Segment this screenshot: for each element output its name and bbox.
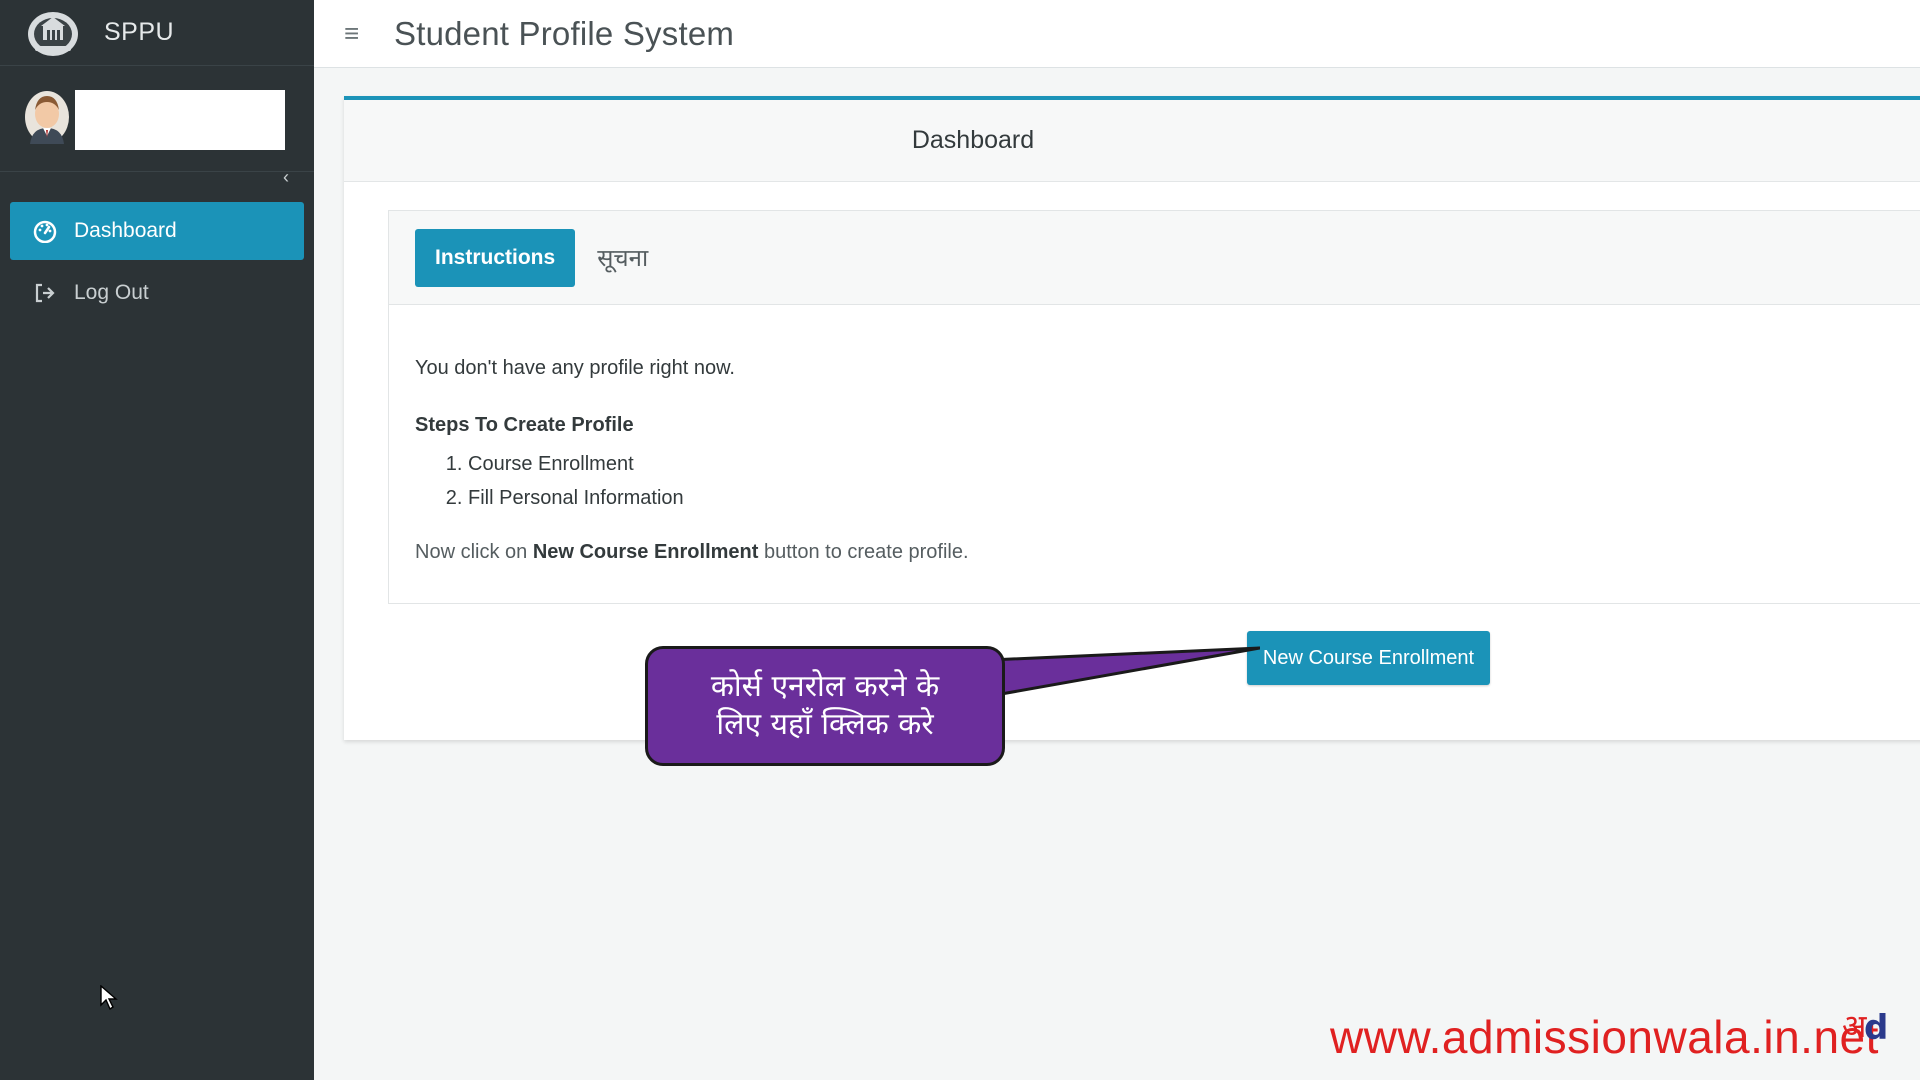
mouse-cursor-icon (100, 984, 118, 1016)
watermark-text: www.admissionwala.in.net (1330, 1011, 1879, 1063)
user-name-box (75, 90, 285, 150)
final-instruction: Now click on New Course Enrollment butto… (415, 541, 1920, 564)
steps-list: Course Enrollment Fill Personal Informat… (415, 447, 1920, 515)
callout-line-2: लिए यहाँ क्लिक करे (716, 707, 934, 742)
instructions-body: You don't have any profile right now. St… (389, 305, 1920, 564)
close-icon[interactable]: ‹ (283, 168, 289, 186)
no-profile-text: You don't have any profile right now. (415, 357, 735, 379)
tab-instructions[interactable]: Instructions (415, 228, 576, 287)
sidebar-item-label: Dashboard (74, 219, 177, 242)
logout-icon (32, 280, 58, 306)
new-course-enrollment-button[interactable]: New Course Enrollment (1247, 631, 1490, 685)
admissionwala-logo-icon: अ d (1842, 1003, 1894, 1048)
tabs-bar: Instructions सूचना (389, 211, 1920, 305)
instructions-panel: Instructions सूचना You don't have any pr… (388, 210, 1920, 604)
university-emblem-icon (24, 8, 82, 58)
brand-name: SPPU (104, 18, 175, 46)
hamburger-icon[interactable]: ≡ (344, 18, 368, 49)
sidebar-item-logout[interactable]: Log Out (10, 264, 304, 322)
callout-line-1: कोर्स एनरोल करने के (710, 669, 940, 704)
user-avatar-icon[interactable] (24, 90, 70, 144)
sidebar-nav: Dashboard Log Out (0, 172, 314, 322)
page-title: Student Profile System (394, 14, 735, 52)
list-item: Course Enrollment (468, 447, 1920, 481)
card-title: Dashboard (911, 126, 1035, 154)
list-item: Fill Personal Information (468, 481, 1920, 515)
card-header: Dashboard (344, 100, 1920, 182)
topbar: ≡ Student Profile System (314, 0, 1920, 68)
logo-letter-d: d (1864, 1008, 1888, 1047)
sidebar: SPPU ‹ Dashboard Log Out (0, 0, 314, 1080)
steps-title: Steps To Create Profile (415, 414, 634, 436)
brand[interactable]: SPPU (0, 0, 314, 66)
callout-bubble: कोर्स एनरोल करने के लिए यहाँ क्लिक करे (645, 646, 1005, 766)
tab-suchna[interactable]: सूचना (575, 229, 668, 287)
final-prefix: Now click on (415, 541, 533, 563)
sidebar-item-label: Log Out (74, 281, 149, 304)
dashboard-icon (32, 218, 58, 244)
final-bold: New Course Enrollment (532, 541, 759, 563)
user-panel: ‹ (0, 66, 314, 186)
sidebar-item-dashboard[interactable]: Dashboard (10, 202, 304, 260)
final-suffix: button to create profile. (758, 541, 969, 563)
